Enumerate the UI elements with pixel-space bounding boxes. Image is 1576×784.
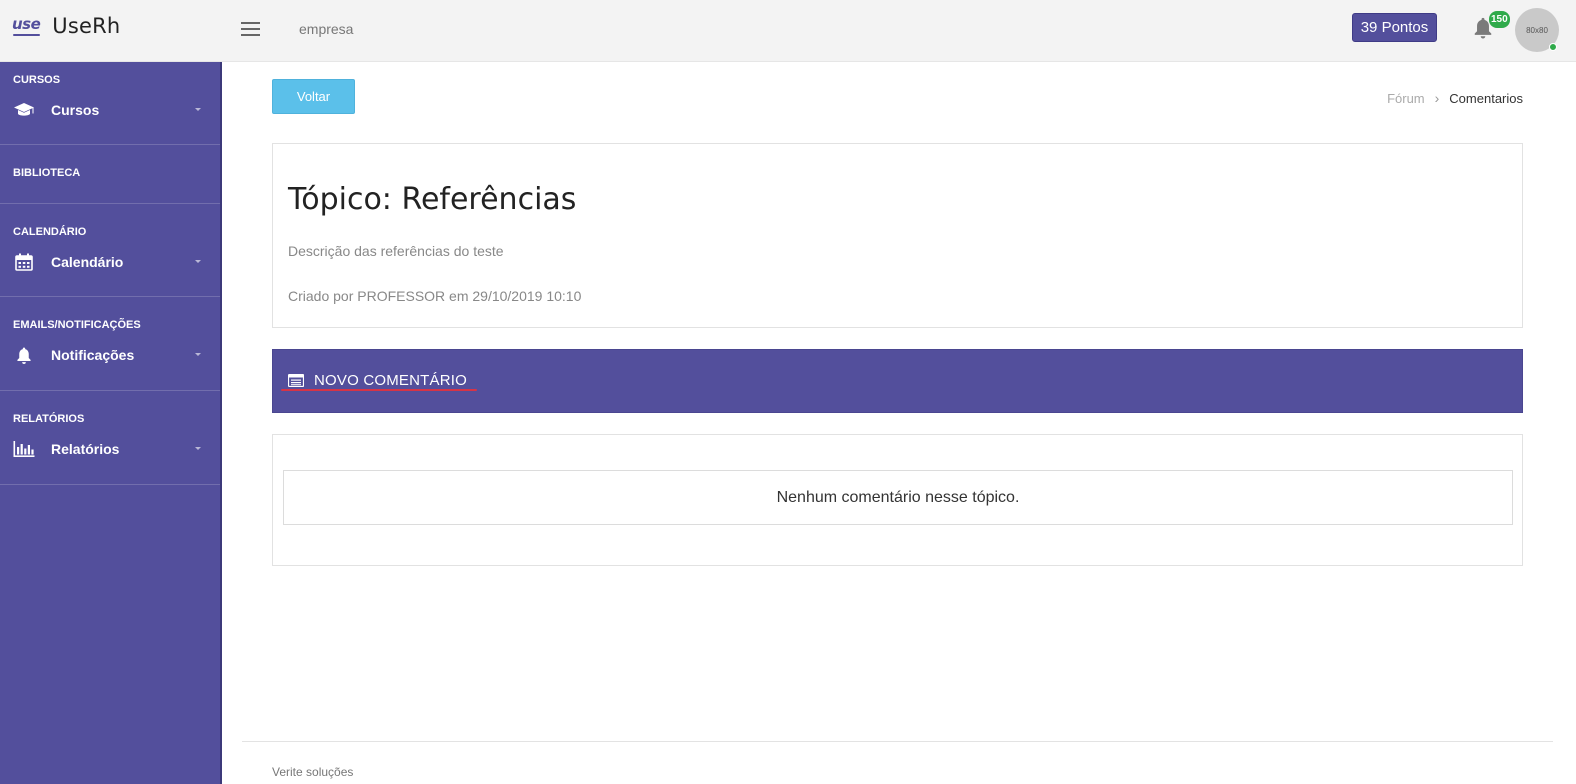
sidebar-heading-notificacoes: EMAILS/NOTIFICAÇÕES xyxy=(13,319,141,331)
logo-mark: use xyxy=(12,15,41,36)
sidebar-item-label: Relatórios xyxy=(51,441,120,457)
breadcrumb-forum-link[interactable]: Fórum xyxy=(1387,91,1425,106)
sidebar-section-relatorios: RELATÓRIOS Relatórios xyxy=(0,391,220,485)
sidebar-item-relatorios[interactable]: Relatórios xyxy=(0,429,220,469)
sidebar-item-label: Notificações xyxy=(51,347,135,363)
topic-description: Descrição das referências do teste xyxy=(288,243,504,259)
bar-chart-icon xyxy=(13,439,35,459)
sidebar-item-label: Cursos xyxy=(51,102,100,118)
footer-divider xyxy=(242,741,1553,742)
label-underline xyxy=(281,389,477,391)
footer-text: Verite soluções xyxy=(272,765,354,779)
calendar-icon xyxy=(13,252,35,272)
notification-count-badge: 150 xyxy=(1489,11,1510,28)
sidebar-item-calendario[interactable]: Calendário xyxy=(0,242,220,282)
new-comment-label: NOVO COMENTÁRIO xyxy=(314,372,468,389)
graduation-cap-icon xyxy=(13,100,35,120)
sidebar-heading-relatorios: RELATÓRIOS xyxy=(13,413,85,425)
sidebar-section-notificacoes: EMAILS/NOTIFICAÇÕES Notificações xyxy=(0,297,220,391)
sidebar-heading-biblioteca: BIBLIOTECA xyxy=(13,167,81,179)
chevron-down-icon xyxy=(195,447,201,450)
topic-meta: Criado por PROFESSOR em 29/10/2019 10:10 xyxy=(288,288,582,304)
app-name: UseRh xyxy=(52,14,121,38)
topic-title: Tópico: Referências xyxy=(288,182,577,217)
list-icon xyxy=(288,374,304,387)
sidebar-heading-calendario: CALENDÁRIO xyxy=(13,226,87,238)
new-comment-button[interactable]: NOVO COMENTÁRIO xyxy=(272,349,1523,413)
points-badge[interactable]: 39 Pontos xyxy=(1352,13,1437,42)
logo[interactable]: use UseRh xyxy=(12,14,120,38)
sidebar-item-notificacoes[interactable]: Notificações xyxy=(0,335,220,375)
sidebar-item-cursos[interactable]: Cursos xyxy=(0,90,220,130)
chevron-down-icon xyxy=(195,108,201,111)
chevron-right-icon: › xyxy=(1434,90,1440,106)
bell-icon xyxy=(13,345,35,365)
chevron-down-icon xyxy=(195,353,201,356)
sidebar-section-biblioteca[interactable]: BIBLIOTECA xyxy=(0,145,220,204)
online-status-dot xyxy=(1549,43,1557,51)
sidebar-heading-cursos: CURSOS xyxy=(13,74,61,86)
breadcrumb-current: Comentarios xyxy=(1449,90,1523,106)
sidebar-section-calendario: CALENDÁRIO Calendário xyxy=(0,204,220,297)
comments-panel: Nenhum comentário nesse tópico. xyxy=(272,434,1523,566)
empty-comments-message: Nenhum comentário nesse tópico. xyxy=(283,470,1513,525)
sidebar-section-cursos: CURSOS Cursos xyxy=(0,62,220,145)
topic-card: Tópico: Referências Descrição das referê… xyxy=(272,143,1523,328)
chevron-down-icon xyxy=(195,260,201,263)
menu-toggle-icon[interactable] xyxy=(241,22,261,38)
breadcrumb: Fórum › Comentarios xyxy=(1387,90,1523,106)
sidebar: CURSOS Cursos BIBLIOTECA CALENDÁRIO Cale… xyxy=(0,62,222,784)
top-bar: use UseRh empresa 39 Pontos 150 80x80 xyxy=(0,0,1576,62)
company-name: empresa xyxy=(299,21,354,37)
sidebar-item-label: Calendário xyxy=(51,254,124,270)
back-button[interactable]: Voltar xyxy=(272,79,355,114)
